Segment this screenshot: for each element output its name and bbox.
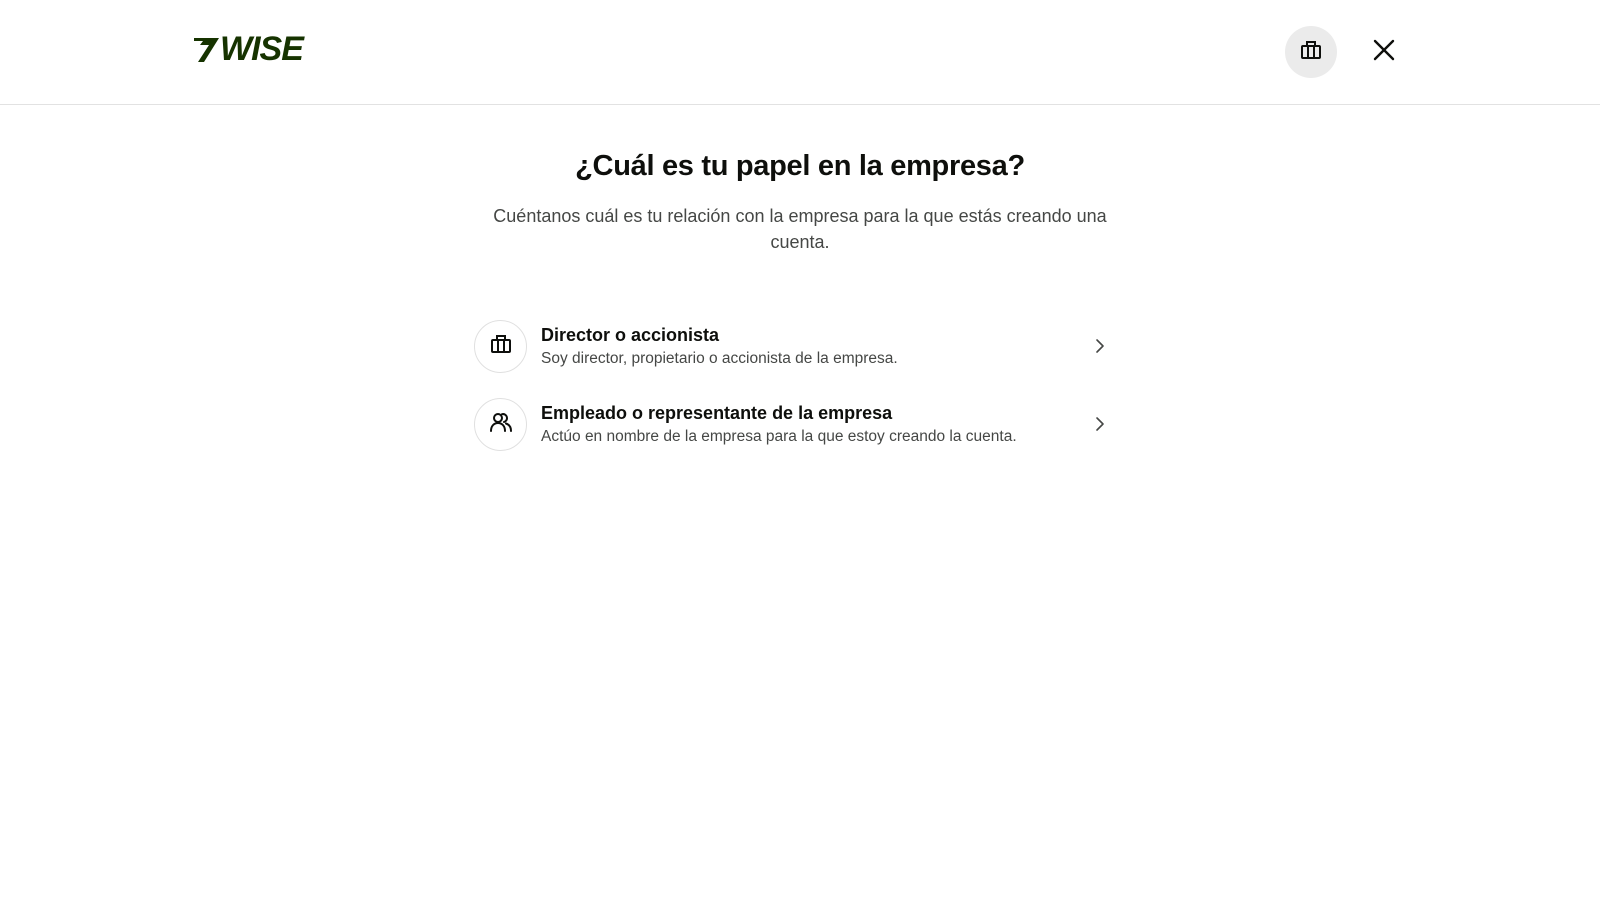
option-text: Empleado o representante de la empresa A… [541,401,1128,448]
option-title: Empleado o representante de la empresa [541,402,893,423]
option-description: Actúo en nombre de la empresa para la qu… [541,427,1017,445]
option-text: Director o accionista Soy director, prop… [541,323,1128,370]
option-icon-circle [474,319,527,373]
option-description: Soy director, propietario o accionista d… [541,349,898,367]
main-content: ¿Cuál es tu papel en la empresa? Cuéntan… [0,105,1600,451]
wise-logo-text: WISE [220,30,304,68]
briefcase-icon [1300,40,1322,65]
option-director-shareholder[interactable]: Director o accionista Soy director, prop… [472,307,1128,385]
option-title: Director o accionista [541,324,720,345]
briefcase-icon [490,334,512,359]
option-employee-representative[interactable]: Empleado o representante de la empresa A… [472,385,1128,463]
people-icon [489,411,513,438]
role-options-list: Director o accionista Soy director, prop… [472,307,1128,463]
wise-logo[interactable]: WISE [192,30,304,68]
top-header: WISE [0,0,1600,105]
wise-flag-icon [192,35,220,63]
close-button[interactable] [1362,30,1406,74]
chevron-right-icon [1092,338,1108,354]
account-switch-button[interactable] [1285,26,1337,78]
option-icon-circle [474,397,527,451]
page-subtitle: Cuéntanos cuál es tu relación con la emp… [493,206,1107,252]
close-icon [1373,39,1395,66]
page-title: ¿Cuál es tu papel en la empresa? [575,150,1025,182]
chevron-right-icon [1092,416,1108,432]
